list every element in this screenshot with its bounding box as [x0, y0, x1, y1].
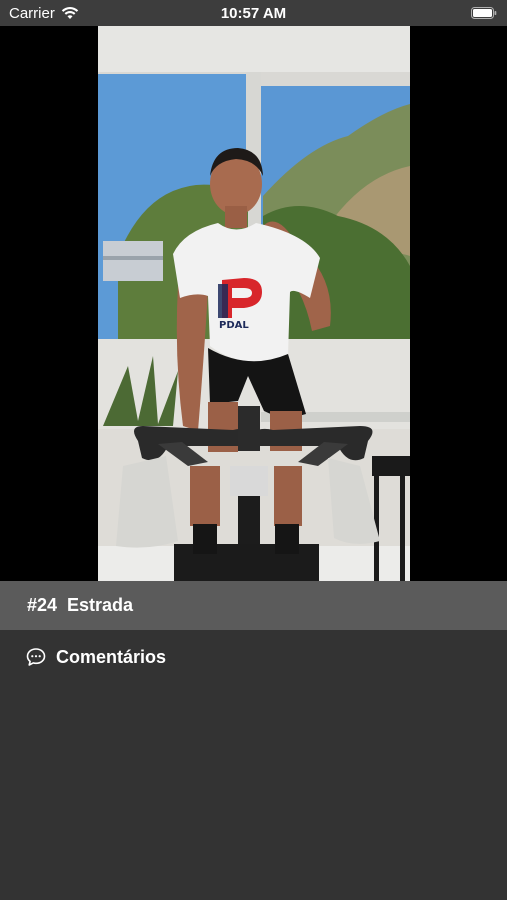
- battery-icon: [471, 7, 497, 19]
- workout-title-bar: #24 Estrada: [0, 581, 507, 630]
- speech-bubble-icon: [26, 648, 46, 666]
- video-player[interactable]: PDAL: [0, 26, 507, 581]
- shirt-logo-text: PDAL: [219, 320, 249, 331]
- video-frame[interactable]: PDAL: [98, 26, 410, 581]
- comments-button[interactable]: Comentários: [0, 630, 507, 686]
- status-bar: Carrier 10:57 AM: [0, 0, 507, 26]
- clock: 10:57 AM: [220, 5, 287, 22]
- video-still: PDAL: [98, 26, 410, 581]
- comments-label: Comentários: [56, 647, 167, 667]
- workout-title: #24 Estrada: [27, 595, 134, 615]
